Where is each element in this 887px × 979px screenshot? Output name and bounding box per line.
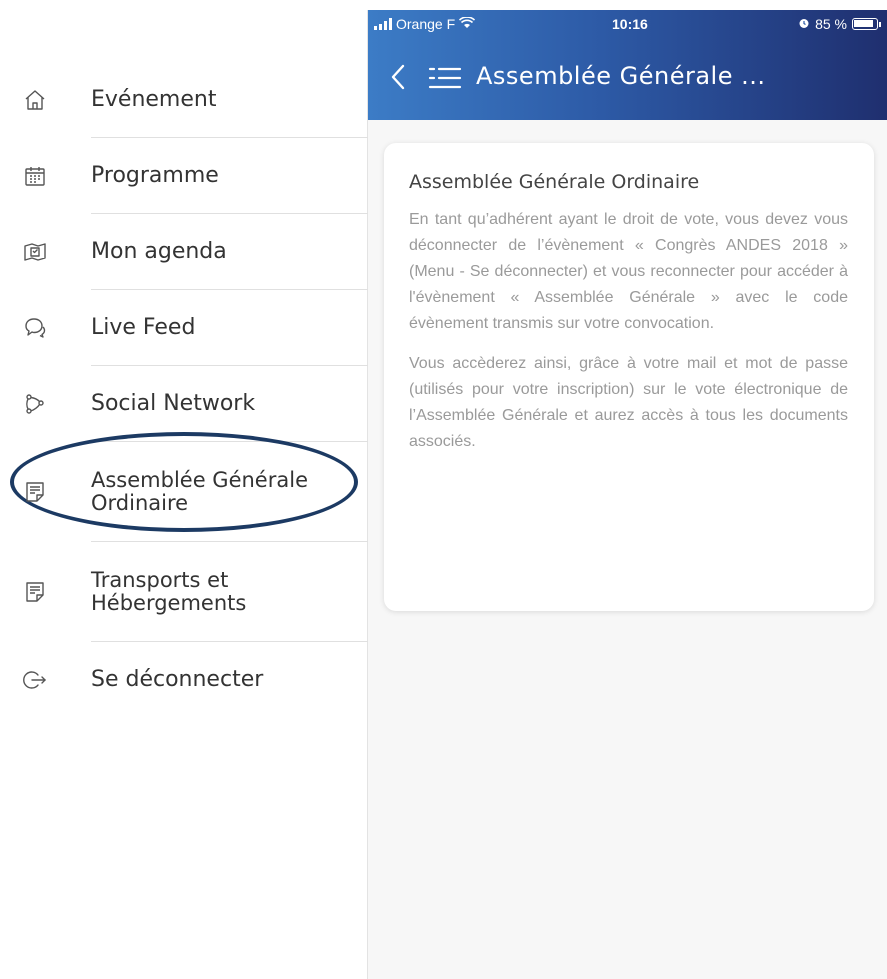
document-icon <box>22 479 48 505</box>
alarm-icon <box>798 16 810 32</box>
carrier-info: Orange F <box>374 16 476 32</box>
info-card: Assemblée Générale Ordinaire En tant qu’… <box>384 143 874 611</box>
menu-toggle-icon[interactable] <box>428 66 462 90</box>
sidebar-item-label: Social Network <box>91 391 256 416</box>
wifi-icon <box>459 16 476 32</box>
sidebar-item-label: Programme <box>91 163 219 188</box>
status-bar: Orange F 10:16 85 % <box>368 10 887 40</box>
sidebar-item-evenement[interactable]: Evénement <box>10 62 368 138</box>
carrier-name: Orange F <box>396 16 456 32</box>
sidebar-item-programme[interactable]: Programme <box>10 138 368 214</box>
card-paragraph: En tant qu’adhérent ayant le droit de vo… <box>409 211 848 332</box>
sidebar-item-label: Assemblée Générale Ordinaire <box>91 468 308 515</box>
sidebar-item-assemblee-generale[interactable]: Assemblée Générale Ordinaire <box>10 432 368 542</box>
sidebar-item-live-feed[interactable]: Live Feed <box>10 290 368 366</box>
logout-icon <box>22 667 48 693</box>
navbar: Assemblée Générale ... <box>368 48 887 108</box>
sidebar-item-se-deconnecter[interactable]: Se déconnecter <box>10 642 368 718</box>
card-title: Assemblée Générale Ordinaire <box>409 171 700 193</box>
sidebar-item-label: Transports et Hébergements <box>91 568 247 615</box>
agenda-icon <box>22 239 48 265</box>
card-paragraph: Vous accèderez ainsi, grâce à votre mail… <box>409 355 848 450</box>
sidebar-menu: Evénement Programme Mon agenda Live Feed… <box>10 10 368 979</box>
sidebar-item-label: Mon agenda <box>91 239 227 264</box>
battery-info: 85 % <box>798 16 881 32</box>
menu-list: Evénement Programme Mon agenda Live Feed… <box>10 62 368 718</box>
sidebar-item-label: Evénement <box>91 87 217 112</box>
sidebar-item-label: Live Feed <box>91 315 196 340</box>
document-icon <box>22 579 48 605</box>
sidebar-item-label: Se déconnecter <box>91 667 264 692</box>
app-header: Orange F 10:16 85 % Assemblée Générale .… <box>368 10 887 120</box>
calendar-icon <box>22 163 48 189</box>
network-icon <box>22 391 48 417</box>
battery-tip <box>879 21 881 27</box>
page-title: Assemblée Générale ... <box>476 62 766 90</box>
back-icon[interactable] <box>386 62 410 92</box>
home-icon <box>22 87 48 113</box>
sidebar-item-social-network[interactable]: Social Network <box>10 366 368 442</box>
battery-percent: 85 % <box>815 16 847 32</box>
signal-icon <box>374 18 392 30</box>
sidebar-item-transports[interactable]: Transports et Hébergements <box>10 542 368 642</box>
sidebar-item-mon-agenda[interactable]: Mon agenda <box>10 214 368 290</box>
clock: 10:16 <box>612 16 648 32</box>
battery-icon <box>852 18 878 30</box>
chat-bubbles-icon <box>22 315 48 341</box>
